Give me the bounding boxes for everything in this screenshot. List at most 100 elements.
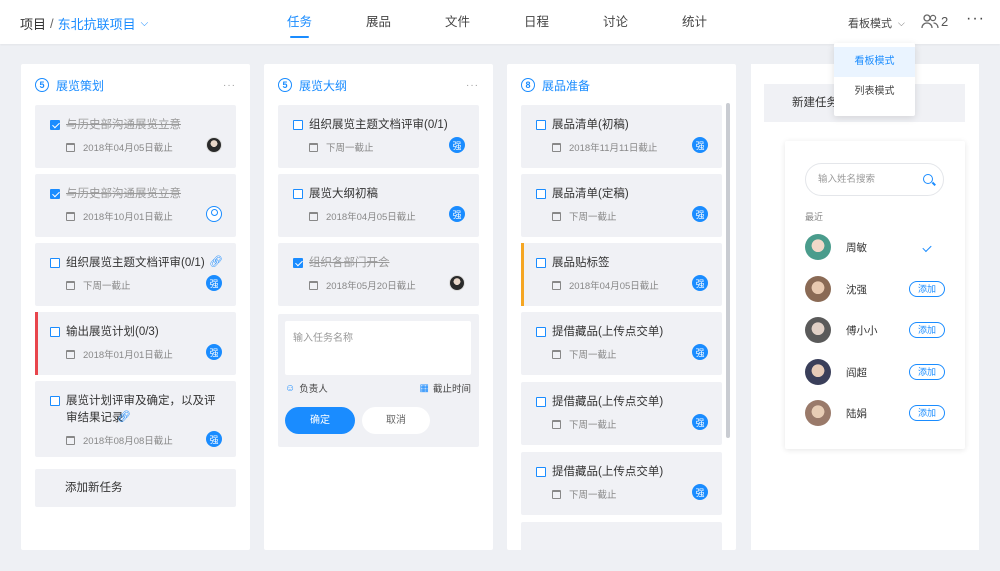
cancel-button[interactable]: 取消 xyxy=(362,407,430,434)
task-checkbox[interactable] xyxy=(50,120,60,130)
add-member-button[interactable]: 添加 xyxy=(909,405,945,421)
tab-discussion[interactable]: 讨论 xyxy=(576,0,655,44)
calendar-icon xyxy=(552,280,561,290)
task-due: 下周一截止 xyxy=(552,209,617,223)
task-count-badge: 8 xyxy=(521,78,535,92)
link-icon[interactable]: 🔗︎ xyxy=(117,410,131,423)
task-card[interactable]: 展品贴标签 2018年04月05日截止 强 xyxy=(521,243,722,306)
task-checkbox[interactable] xyxy=(50,189,60,199)
more-menu-icon[interactable]: ··· xyxy=(966,10,985,28)
chevron-down-icon: ⌵ xyxy=(898,17,905,28)
search-icon[interactable] xyxy=(923,174,933,184)
member-row[interactable]: 沈强 添加 xyxy=(805,275,945,303)
task-checkbox[interactable] xyxy=(536,189,546,199)
tab-schedule[interactable]: 日程 xyxy=(497,0,576,44)
task-name-input[interactable]: 输入任务名称 xyxy=(285,321,471,375)
add-member-button[interactable]: 添加 xyxy=(909,281,945,297)
member-count: 2 xyxy=(941,13,949,29)
task-card[interactable]: 展品清单(定稿) 下周一截止 强 xyxy=(521,174,722,237)
task-card[interactable]: 提借藏品(上传点交单) 下周一截止 强 xyxy=(521,382,722,445)
task-checkbox[interactable] xyxy=(536,397,546,407)
member-name: 周敏 xyxy=(846,241,867,254)
task-checkbox[interactable] xyxy=(293,258,303,268)
avatar xyxy=(805,400,831,426)
task-card[interactable]: 提借藏品(上传点交单) 下周一截止 强 xyxy=(521,452,722,515)
avatar[interactable]: 强 xyxy=(692,206,708,222)
column-title[interactable]: 展品准备 xyxy=(542,77,590,94)
column-header: 5 展览策划 ··· xyxy=(21,64,250,106)
task-card[interactable]: 提借藏品(上传点交单) 下周一截止 强 xyxy=(521,312,722,375)
member-row[interactable]: 阎超 添加 xyxy=(805,358,945,386)
avatar[interactable]: 强 xyxy=(692,414,708,430)
column-scrollbar[interactable] xyxy=(726,103,730,438)
task-checkbox[interactable] xyxy=(293,189,303,199)
column-title[interactable]: 展览策划 xyxy=(56,77,104,94)
add-member-button[interactable]: 添加 xyxy=(909,322,945,338)
task-card[interactable] xyxy=(521,522,722,550)
new-task-form: 输入任务名称 ☺ 负责人 ▦ 截止时间 确定 取消 xyxy=(278,314,479,447)
task-checkbox[interactable] xyxy=(50,258,60,268)
avatar[interactable]: 强 xyxy=(692,275,708,291)
user-icon[interactable] xyxy=(206,206,222,222)
assignee-picker[interactable]: ☺ 负责人 xyxy=(285,381,328,396)
member-row[interactable]: 傅小小 添加 xyxy=(805,316,945,344)
avatar[interactable]: 强 xyxy=(692,137,708,153)
task-checkbox[interactable] xyxy=(536,327,546,337)
calendar-icon xyxy=(309,211,318,221)
people-icon: ☺ xyxy=(285,382,296,394)
confirm-button[interactable]: 确定 xyxy=(285,407,355,434)
column-more-icon[interactable]: ··· xyxy=(466,80,479,91)
tab-files[interactable]: 文件 xyxy=(418,0,497,44)
view-option-kanban[interactable]: 看板模式 xyxy=(834,47,915,77)
task-checkbox[interactable] xyxy=(536,467,546,477)
task-card[interactable]: 与历史部沟通展览立意 2018年10月01日截止 xyxy=(35,174,236,237)
avatar[interactable] xyxy=(206,137,222,153)
avatar[interactable]: 强 xyxy=(206,431,222,447)
priority-bar xyxy=(35,312,38,375)
tab-statistics[interactable]: 统计 xyxy=(655,0,734,44)
breadcrumb-root[interactable]: 项目 xyxy=(20,14,46,33)
members-button[interactable]: 2 xyxy=(921,13,948,29)
task-card[interactable]: 与历史部沟通展览立意 2018年04月05日截止 xyxy=(35,105,236,168)
column-title[interactable]: 展览大纲 xyxy=(299,77,347,94)
member-row[interactable]: 周敏 xyxy=(805,233,945,261)
add-member-button[interactable]: 添加 xyxy=(909,364,945,380)
task-title: 提借藏品(上传点交单) xyxy=(552,396,664,408)
add-task-button[interactable]: 添加新任务 xyxy=(35,469,236,507)
avatar[interactable]: 强 xyxy=(692,484,708,500)
chevron-down-icon[interactable]: ⌵ xyxy=(141,18,149,29)
deadline-picker[interactable]: ▦ 截止时间 xyxy=(420,381,471,396)
tab-exhibits[interactable]: 展品 xyxy=(339,0,418,44)
avatar[interactable] xyxy=(449,275,465,291)
member-row[interactable]: 陆娟 添加 xyxy=(805,399,945,427)
task-checkbox[interactable] xyxy=(50,396,60,406)
view-option-list[interactable]: 列表模式 xyxy=(834,77,915,107)
avatar[interactable]: 强 xyxy=(206,344,222,360)
avatar[interactable]: 强 xyxy=(206,275,222,291)
task-card[interactable]: 组织展览主题文档评审(0/1) 🔗︎ 下周一截止 强 xyxy=(35,243,236,306)
column-more-icon[interactable]: ··· xyxy=(223,80,236,91)
task-card[interactable]: 组织展览主题文档评审(0/1) 下周一截止 强 xyxy=(278,105,479,168)
task-card[interactable]: 输出展览计划(0/3) 2018年01月01日截止 强 xyxy=(35,312,236,375)
task-card[interactable]: 展览大纲初稿 2018年04月05日截止 强 xyxy=(278,174,479,237)
project-name[interactable]: 东北抗联项目 xyxy=(58,14,136,33)
task-checkbox[interactable] xyxy=(293,120,303,130)
view-mode-select[interactable]: 看板模式 ⌵ xyxy=(848,15,905,31)
task-checkbox[interactable] xyxy=(536,258,546,268)
tab-tasks[interactable]: 任务 xyxy=(260,0,339,44)
task-title: 展览计划评审及确定，以及评审结果记录 xyxy=(66,395,216,424)
task-card[interactable]: 展品清单(初稿) 2018年11月11日截止 强 xyxy=(521,105,722,168)
avatar[interactable]: 强 xyxy=(449,206,465,222)
task-card[interactable]: 组织各部门开会 2018年05月20日截止 xyxy=(278,243,479,306)
avatar[interactable]: 强 xyxy=(692,344,708,360)
task-checkbox[interactable] xyxy=(536,120,546,130)
task-card[interactable]: 展览计划评审及确定，以及评审结果记录 🔗︎ 2018年08月08日截止 强 xyxy=(35,381,236,457)
column-header: 5 展览大纲 ··· xyxy=(264,64,493,106)
new-task-column: 新建任务 输入姓名搜索 最近 周敏 沈强 添加 傅小小 添加 阎超 添加 陆娟 … xyxy=(751,64,979,550)
task-title: 展品贴标签 xyxy=(552,257,610,269)
task-checkbox[interactable] xyxy=(50,327,60,337)
avatar[interactable]: 强 xyxy=(449,137,465,153)
link-icon[interactable]: 🔗︎ xyxy=(209,255,223,268)
member-search-input[interactable]: 输入姓名搜索 xyxy=(805,163,944,196)
task-count-badge: 5 xyxy=(278,78,292,92)
